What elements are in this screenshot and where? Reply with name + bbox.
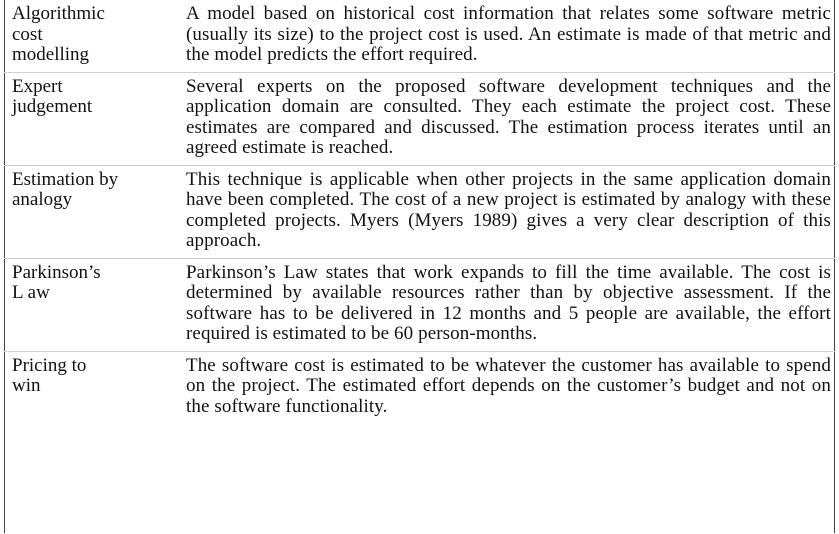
technique-name: Expert judgement <box>4 72 176 166</box>
technique-description: Parkinson’s Law states that work expands… <box>176 258 835 352</box>
technique-name: Pricing to win <box>12 354 87 396</box>
table-row: Pricing to win The software cost is esti… <box>4 351 835 423</box>
technique-description: The software cost is estimated to be wha… <box>186 354 831 417</box>
technique-description: Several experts on the proposed software… <box>176 72 835 166</box>
technique-name: Estimation by analogy <box>4 165 176 259</box>
cost-estimation-techniques-table: Algorithmic cost modelling A model based… <box>4 0 835 423</box>
technique-description: This technique is applicable when other … <box>176 165 835 259</box>
technique-description: A model based on historical cost informa… <box>176 0 835 73</box>
table-row: Algorithmic cost modelling A model based… <box>4 0 835 73</box>
table-row: Expert judgement Several experts on the … <box>4 72 835 166</box>
technique-name: Parkinson’s L aw <box>4 258 176 352</box>
table-row: Estimation by analogy This technique is … <box>4 165 835 259</box>
table-row: Parkinson’s L aw Parkinson’s Law states … <box>4 258 835 352</box>
technique-name: Algorithmic cost modelling <box>4 0 176 73</box>
